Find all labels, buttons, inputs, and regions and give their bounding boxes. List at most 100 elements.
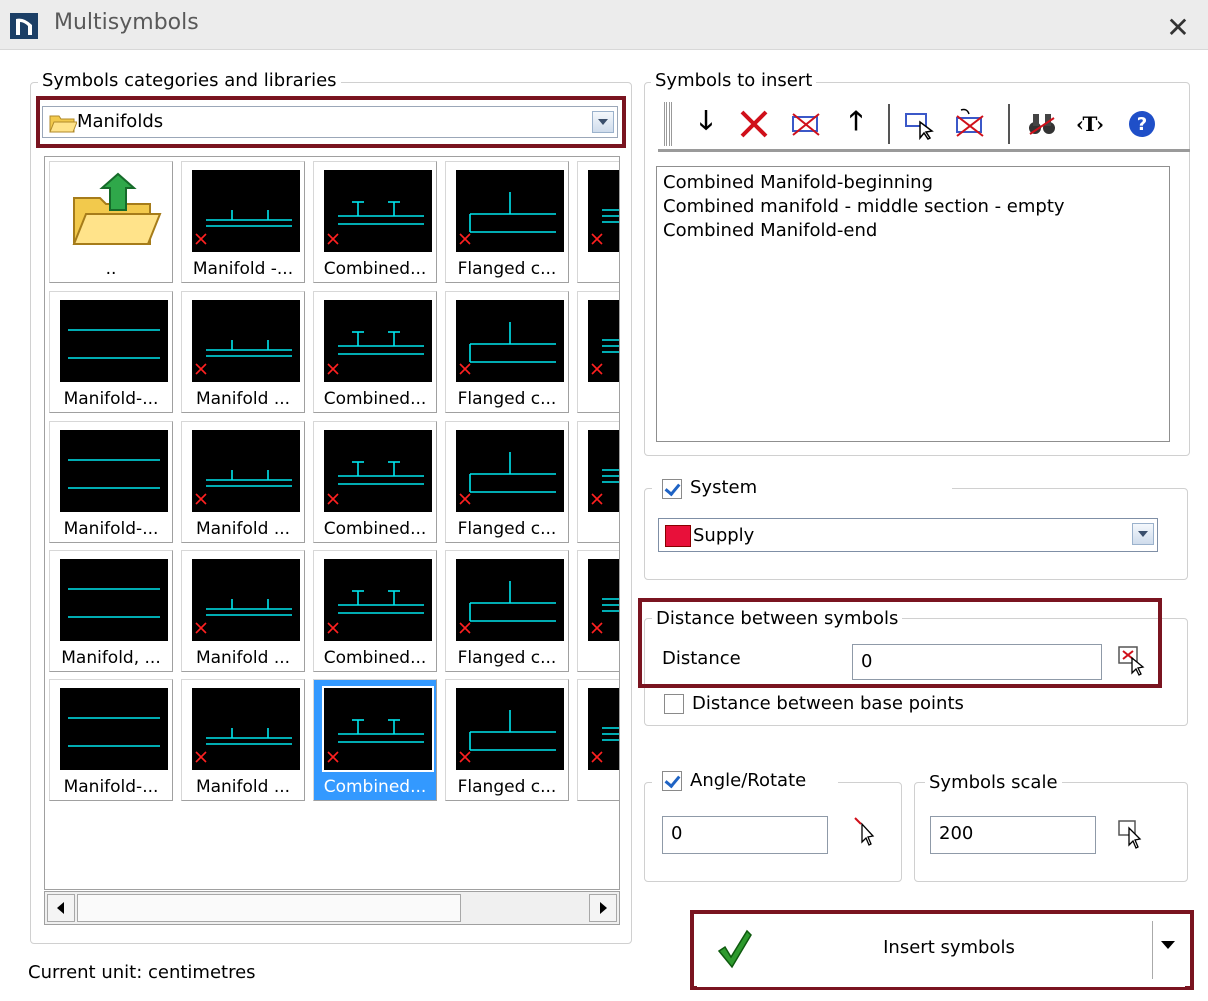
svg-text:?: ? — [1137, 114, 1147, 135]
insert-list[interactable]: Combined Manifold-beginning Combined man… — [656, 166, 1170, 442]
manifold-preview-image — [195, 210, 292, 245]
symbol-tile[interactable]: Manifold ... — [181, 291, 305, 413]
close-button[interactable]: ✕ — [1160, 12, 1196, 44]
arrow-down-icon: 🡓 — [699, 106, 713, 136]
delete-button[interactable] — [736, 106, 772, 142]
scale-input[interactable]: 200 — [930, 816, 1096, 854]
find-button[interactable] — [1024, 106, 1060, 142]
symbol-tile[interactable]: Manifold-... — [49, 679, 173, 801]
manifold-preview-image — [195, 340, 292, 375]
symbol-tile[interactable]: Manifold ... — [181, 679, 305, 801]
list-item[interactable]: Combined Manifold-end — [663, 219, 1163, 243]
system-combo[interactable]: Supply — [658, 518, 1158, 552]
arrow-left-icon — [57, 902, 64, 914]
symbol-preview — [324, 430, 432, 512]
manifold-preview-image — [459, 581, 556, 634]
symbol-tile[interactable]: Manifold ... — [181, 421, 305, 543]
symbol-tile[interactable]: Mar — [577, 679, 619, 801]
manifold-preview-image — [327, 331, 424, 375]
symbol-preview — [60, 300, 168, 382]
pick-symbol-icon — [905, 113, 934, 140]
symbol-tile[interactable]: Mar — [577, 161, 619, 283]
system-checkbox[interactable] — [662, 479, 682, 499]
symbol-tile-label: Mar — [578, 777, 619, 797]
pick-distance-icon[interactable] — [1116, 644, 1148, 676]
symbol-tile[interactable]: Manifold -... — [181, 161, 305, 283]
symbol-tile-label: Manifold, ... — [61, 648, 161, 668]
scroll-left-button[interactable] — [47, 894, 75, 922]
help-button[interactable]: ? — [1124, 106, 1160, 142]
insert-symbols-label: Insert symbols — [883, 937, 1015, 958]
manifold-preview-image — [459, 192, 556, 245]
list-item[interactable]: Combined Manifold-beginning — [663, 171, 1163, 195]
list-item[interactable]: Combined manifold - middle section - emp… — [663, 195, 1163, 219]
replace-symbol-button[interactable] — [952, 106, 988, 142]
symbol-preview — [456, 430, 564, 512]
symbol-tile[interactable]: Flanged c... — [445, 550, 569, 672]
symbol-tile[interactable]: Combined... — [313, 161, 437, 283]
manifold-preview-image — [195, 728, 292, 763]
scroll-right-button[interactable] — [589, 894, 617, 922]
base-points-checkbox[interactable] — [664, 694, 684, 714]
pick-angle-icon[interactable] — [852, 816, 884, 848]
symbol-preview — [456, 559, 564, 641]
insert-symbols-button[interactable]: Insert symbols — [697, 915, 1185, 987]
symbol-tile[interactable]: Combined... — [313, 421, 437, 543]
toolbar-separator — [888, 104, 890, 144]
folder-up-icon-image — [72, 172, 162, 245]
symbol-tile[interactable]: Flanged c... — [445, 291, 569, 413]
symbol-tile[interactable]: Combined... — [313, 550, 437, 672]
symbol-tile[interactable]: Manifold ... — [181, 550, 305, 672]
manifold-preview-image — [327, 590, 424, 634]
symbol-preview — [324, 170, 432, 252]
pick-symbol-button[interactable] — [902, 106, 938, 142]
clear-all-button[interactable] — [788, 106, 824, 142]
system-combo-value: Supply — [693, 525, 755, 546]
symbol-thumbnail-grid[interactable]: .. Manifold -... Combined... Flanged c... Ma… — [44, 156, 620, 890]
symbol-tile[interactable]: Flanged c... — [445, 161, 569, 283]
symbol-tile[interactable]: Manifold-... — [49, 421, 173, 543]
symbol-tile[interactable]: Mar — [577, 421, 619, 543]
insert-group-label: Symbols to insert — [651, 70, 817, 91]
symbol-tile[interactable]: Combined... — [313, 679, 437, 801]
pick-scale-icon[interactable] — [1116, 818, 1148, 850]
binoculars-icon — [1029, 114, 1055, 135]
angle-input[interactable]: 0 — [662, 816, 828, 854]
library-group-label: Symbols categories and libraries — [38, 70, 341, 91]
system-label: System — [690, 477, 758, 498]
toolbar-grip — [664, 102, 672, 146]
symbol-tile-label: Manifold-... — [63, 777, 159, 797]
symbol-preview — [588, 688, 619, 770]
symbol-tile[interactable]: Flanged c... — [445, 421, 569, 543]
manifold-preview-image — [195, 470, 292, 505]
symbol-tile[interactable]: Manifold-... — [49, 291, 173, 413]
parent-folder-tile[interactable]: .. — [49, 161, 173, 283]
symbol-tile-label: Combined... — [323, 777, 427, 797]
text-attribute-button[interactable]: ‹T› — [1072, 106, 1108, 142]
symbol-tile[interactable]: Mar — [577, 550, 619, 672]
chevron-down-icon[interactable] — [1132, 523, 1154, 545]
symbol-tile[interactable]: Combined... — [313, 291, 437, 413]
move-up-button[interactable]: 🡑 — [838, 106, 874, 142]
scroll-thumb[interactable] — [77, 894, 461, 922]
distance-input[interactable]: 0 — [852, 644, 1102, 680]
folder-combo[interactable]: Manifolds — [42, 106, 618, 138]
folder-combo-value: Manifolds — [77, 111, 164, 132]
symbol-tile-label: Mar — [578, 259, 619, 279]
base-points-label: Distance between base points — [692, 693, 964, 714]
symbol-tile-label: Manifold -... — [192, 259, 294, 279]
thumbnail-scrollbar[interactable] — [44, 891, 620, 925]
insert-options-dropdown[interactable] — [1153, 915, 1183, 985]
symbol-tile[interactable]: Mar — [577, 291, 619, 413]
symbol-preview — [456, 170, 564, 252]
arrow-up-icon: 🡑 — [849, 106, 863, 136]
manifold-preview-image — [459, 452, 556, 505]
symbol-tile[interactable]: Flanged c... — [445, 679, 569, 801]
symbol-preview — [192, 559, 300, 641]
chevron-down-icon[interactable] — [592, 111, 614, 133]
arrow-right-icon — [600, 902, 607, 914]
angle-checkbox[interactable] — [662, 771, 682, 791]
move-down-button[interactable]: 🡓 — [688, 106, 724, 142]
symbol-tile[interactable]: Manifold, ... — [49, 550, 173, 672]
symbol-tile-label: Mar — [578, 648, 619, 668]
